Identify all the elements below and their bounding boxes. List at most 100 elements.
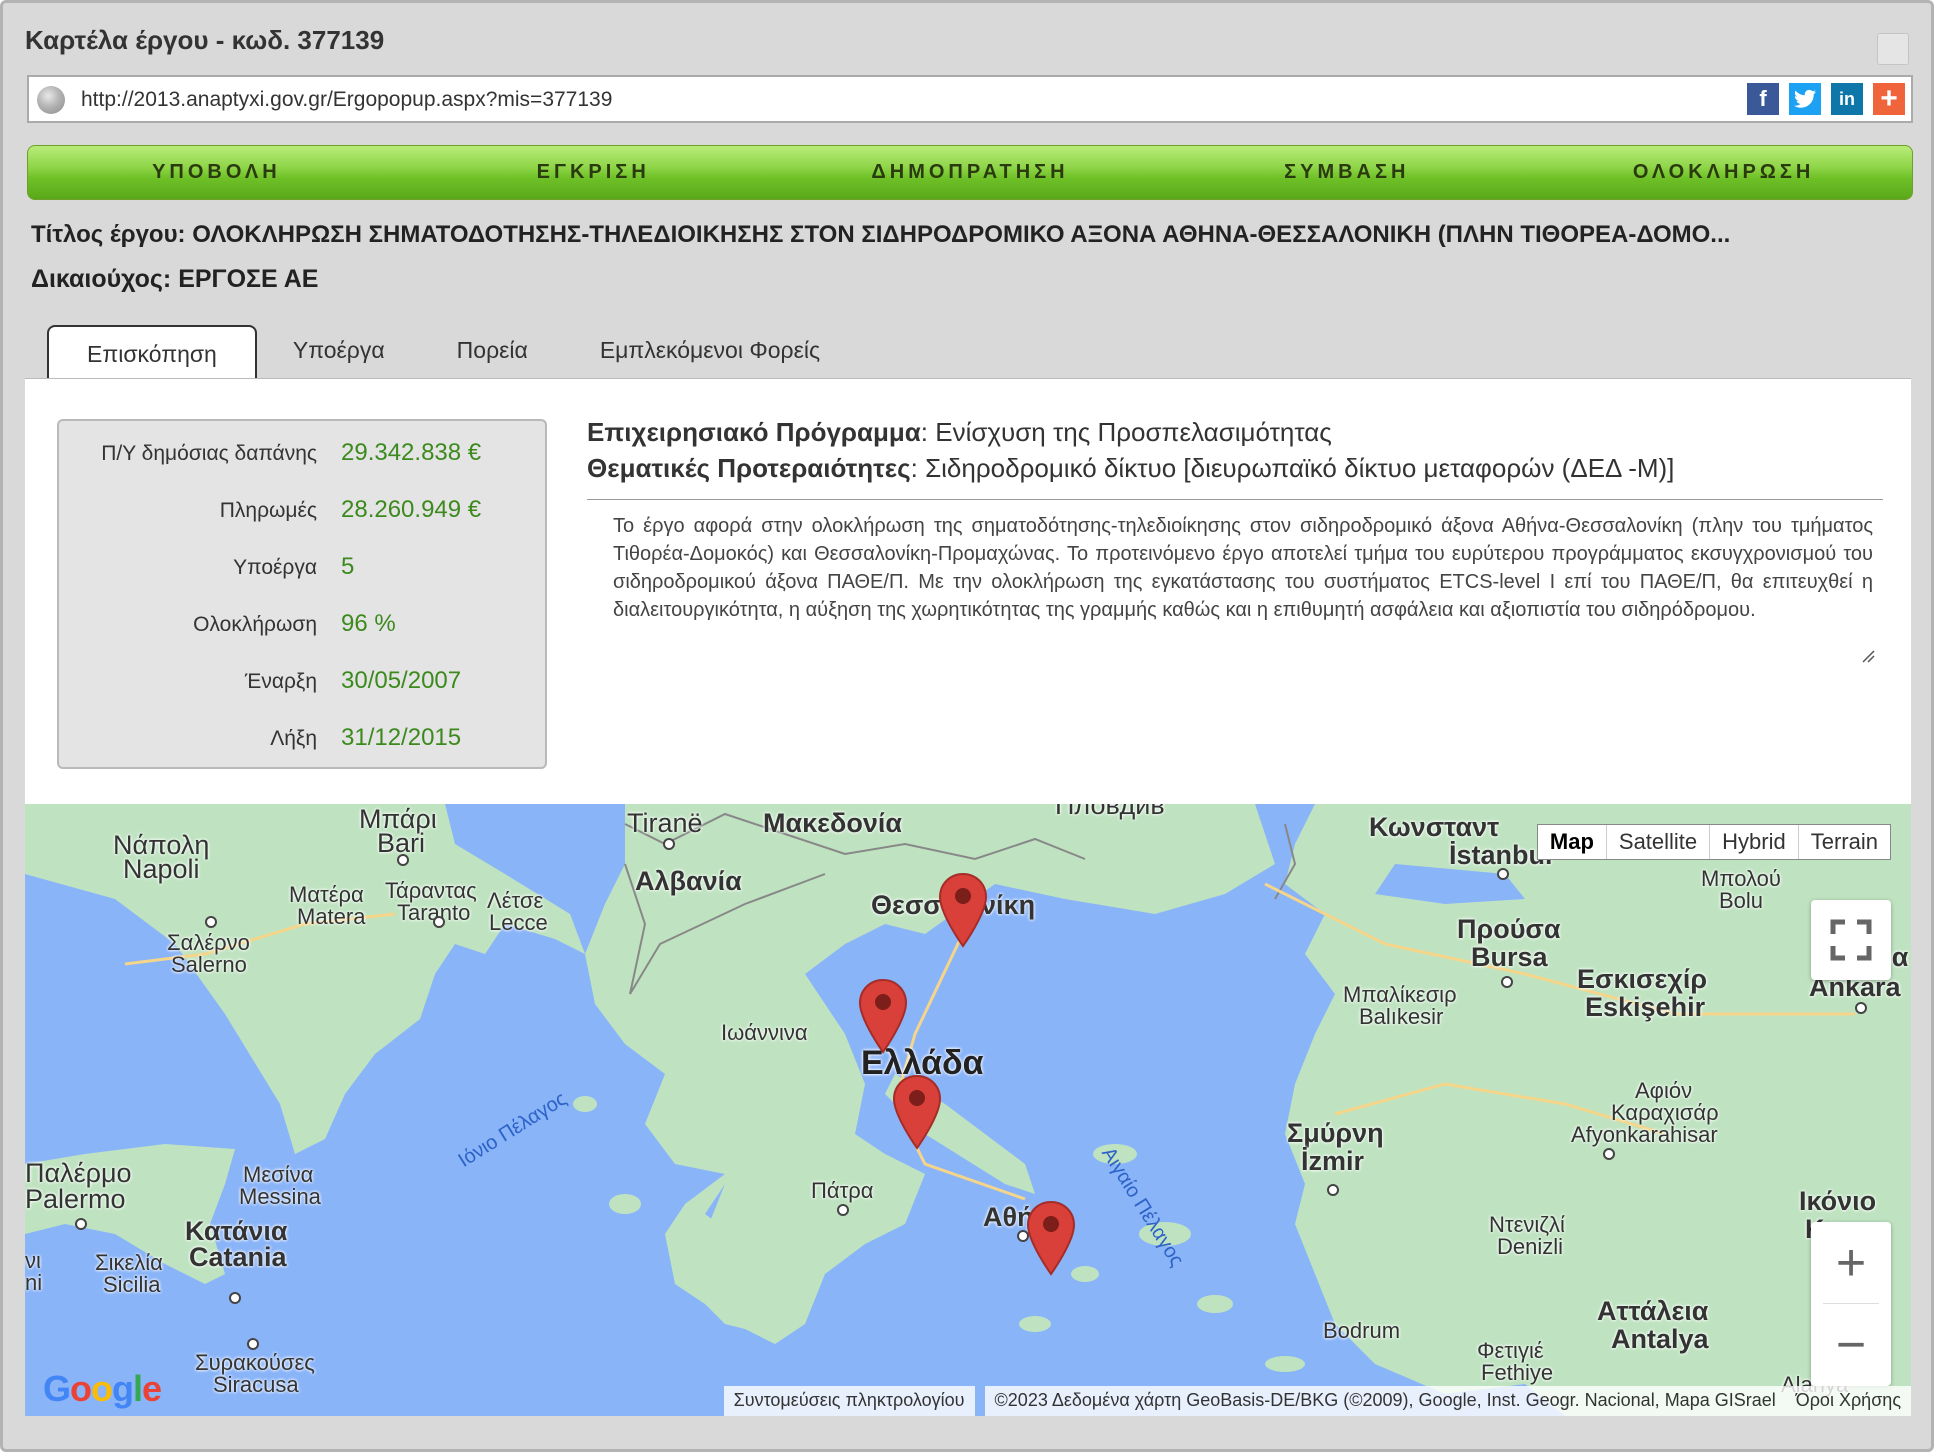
city-dot-istanbul <box>1497 868 1509 880</box>
facebook-share-icon[interactable]: f <box>1747 83 1779 115</box>
map-label-denizli-gr: Ντενιζλί <box>1489 1212 1565 1237</box>
project-card-window: Καρτέλα έργου - κωδ. 377139 http://2013.… <box>0 0 1934 1452</box>
map-label-izmir: İzmir <box>1301 1146 1365 1176</box>
globe-icon <box>37 86 65 114</box>
map-label-eskisehir-gr: Εσκισεχίρ <box>1577 964 1708 994</box>
map-label-fragment-vni: νι <box>25 1248 41 1273</box>
map-label-catania: Catania <box>189 1242 287 1272</box>
stat-label: Λήξη <box>270 727 317 750</box>
map-marker-athens[interactable] <box>1025 1200 1077 1276</box>
map-marker-lamia[interactable] <box>891 1074 943 1150</box>
project-beneficiary: Δικαιούχος: ΕΡΓΟΣΕ ΑΕ <box>31 265 318 294</box>
resize-grip-icon[interactable] <box>1861 649 1875 663</box>
map-label-eskisehir: Eskişehir <box>1585 992 1706 1022</box>
map-label-thessaloniki-b: νίκη <box>981 890 1036 920</box>
stat-subprojects: Υποέργα 5 <box>59 553 545 581</box>
google-logo[interactable]: Google <box>43 1368 162 1410</box>
city-dot-palermo <box>75 1218 87 1230</box>
zoom-in-button[interactable]: + <box>1811 1222 1891 1304</box>
map-marker-thessaloniki[interactable] <box>937 872 989 948</box>
operational-program-value: : Ενίσχυση της Προσπελασιμότητας <box>920 417 1332 447</box>
overview-panel: Π/Υ δημόσιας δαπάνης 29.342.838 € Πληρωμ… <box>25 378 1911 804</box>
tab-involved-bodies[interactable]: Εμπλεκόμενοι Φορείς <box>564 325 856 379</box>
project-description[interactable]: Το έργο αφορά στην ολοκλήρωση της σηματο… <box>587 499 1883 669</box>
stat-completion: Ολοκλήρωση 96 % <box>59 610 545 638</box>
map-label-balikesir-gr: Μπαλίκεσιρ <box>1343 982 1457 1007</box>
map-label-bodrum: Bodrum <box>1323 1318 1401 1343</box>
map-label-bari: Bari <box>377 828 426 858</box>
map-label-patra: Πάτρα <box>811 1178 874 1203</box>
map-label-catania-gr: Κατάνια <box>185 1216 288 1246</box>
map-label-fethiye-gr: Φετιγιέ <box>1477 1338 1544 1363</box>
map-label-lecce: Lecce <box>489 910 548 935</box>
map-type-terrain[interactable]: Terrain <box>1797 825 1890 859</box>
stat-label: Π/Υ δημόσιας δαπάνης <box>101 442 317 465</box>
map-label-taranto-gr: Τάραντας <box>385 878 477 903</box>
map-label-lecce-gr: Λέτσε <box>487 888 544 913</box>
beneficiary-value: ΕΡΓΟΣΕ ΑΕ <box>178 265 319 293</box>
map-type-map[interactable]: Map <box>1537 825 1606 859</box>
city-dot-afyon <box>1603 1148 1615 1160</box>
keyboard-shortcuts-link[interactable]: Συντομεύσεις πληκτρολογίου <box>723 1386 975 1416</box>
map-label-salerno-gr: Σαλέρνο <box>167 930 250 955</box>
stat-label: Υποέργα <box>233 556 317 579</box>
map-label-antalya: Antalya <box>1611 1324 1709 1354</box>
map-label-bursa-gr: Προύσα <box>1457 914 1561 944</box>
city-dot-taranto <box>433 916 445 928</box>
map-label-afyon-gr2: Καραχισάρ <box>1611 1100 1719 1125</box>
city-dot-bari <box>397 854 409 866</box>
map-type-hybrid[interactable]: Hybrid <box>1709 825 1798 859</box>
stage-submission: ΥΠΟΒΟΛΗ <box>152 161 281 183</box>
map-label-fethiye: Fethiye <box>1481 1360 1554 1385</box>
tab-subprojects[interactable]: Υποέργα <box>257 325 421 379</box>
map-marker-larisa[interactable] <box>857 978 909 1054</box>
map-label-messina: Messina <box>239 1184 321 1209</box>
stat-value: 28.260.949 € <box>341 496 482 523</box>
map-label-palermo: Palermo <box>25 1184 126 1214</box>
map-label-antalya-gr: Αττάλεια <box>1597 1296 1709 1326</box>
share-buttons: f in + <box>1747 82 1905 115</box>
fullscreen-icon <box>1830 919 1872 961</box>
more-share-icon[interactable]: + <box>1873 82 1905 115</box>
stage-contract: ΣΥΜΒΑΣΗ <box>1284 161 1410 183</box>
map-type-satellite[interactable]: Satellite <box>1605 825 1710 859</box>
url-text: http://2013.anaptyxi.gov.gr/Ergopopup.as… <box>81 88 613 111</box>
map-label-fragment-ni: ni <box>25 1270 43 1295</box>
terms-of-use-link[interactable]: Όροι Χρήσης <box>1785 1386 1911 1416</box>
stat-payments: Πληρωμές 28.260.949 € <box>59 496 545 524</box>
map-label-balikesir: Balıkesir <box>1359 1004 1444 1029</box>
map-attribution: Συντομεύσεις πληκτρολογίου ©2023 Δεδομέν… <box>723 1386 1911 1416</box>
city-dot-catania <box>229 1292 241 1304</box>
stat-value: 31/12/2015 <box>341 724 462 751</box>
map-label-denizli: Denizli <box>1497 1234 1564 1259</box>
map-label-sicily-gr: Σικελία <box>95 1250 163 1275</box>
tab-progress[interactable]: Πορεία <box>421 325 564 379</box>
stat-start: Έναρξη 30/05/2007 <box>59 667 545 695</box>
url-bar: http://2013.anaptyxi.gov.gr/Ergopopup.as… <box>27 75 1913 123</box>
thematic-priorities-label: Θεματικές Προτεραιότητες <box>587 453 911 483</box>
thematic-priorities-value: : Σιδηροδρομικό δίκτυο [διευρωπαϊκό δίκτ… <box>910 453 1675 483</box>
stats-box: Π/Υ δημόσιας δαπάνης 29.342.838 € Πληρωμ… <box>57 419 547 769</box>
operational-program: Επιχειρησιακό Πρόγραμμα: Ενίσχυση της Πρ… <box>587 417 1332 448</box>
zoom-control: + − <box>1811 1222 1891 1386</box>
map-label-albania: Αλβανία <box>635 866 742 896</box>
stat-end: Λήξη 31/12/2015 <box>59 724 545 752</box>
zoom-out-button[interactable]: − <box>1811 1304 1891 1386</box>
map-label-ioannina: Ιωάννινα <box>721 1020 808 1045</box>
project-map[interactable]: Νάπολη Napoli Μπάρι Bari Ματέρα Matera Τ… <box>25 804 1911 1416</box>
city-dot-ankara <box>1855 1002 1867 1014</box>
map-label-plovdiv: Пловдив <box>1055 804 1165 820</box>
tab-overview[interactable]: Επισκόπηση <box>47 325 257 381</box>
window-title: Καρτέλα έργου - κωδ. 377139 <box>25 25 385 55</box>
stat-label: Έναρξη <box>244 670 317 693</box>
project-title-label: Τίτλος έργου: <box>31 221 186 248</box>
twitter-share-icon[interactable] <box>1789 83 1821 115</box>
zoom-divider <box>1823 1303 1879 1304</box>
stat-value: 96 % <box>341 610 396 637</box>
fullscreen-button[interactable] <box>1811 900 1891 980</box>
map-label-bolu-gr: Μπολού <box>1701 866 1781 891</box>
window-close-button[interactable] <box>1877 33 1909 65</box>
linkedin-share-icon[interactable]: in <box>1831 83 1863 115</box>
stat-budget: Π/Υ δημόσιας δαπάνης 29.342.838 € <box>59 439 545 467</box>
stage-approval: ΕΓΚΡΙΣΗ <box>536 161 650 183</box>
